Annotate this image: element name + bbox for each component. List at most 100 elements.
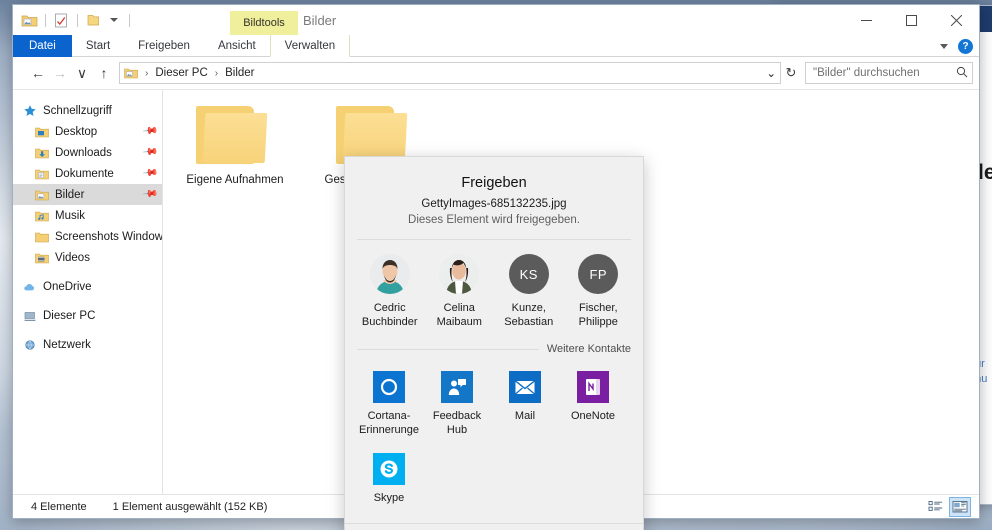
tab-freigeben[interactable]: Freigeben	[124, 35, 204, 57]
window-titlebar: Bildtools Bilder	[13, 5, 979, 35]
file-explorer-window: Bildtools Bilder Datei Start Freigeben A…	[12, 4, 980, 530]
details-view-button[interactable]	[925, 497, 947, 517]
sidebar-item-videos[interactable]: Videos	[13, 247, 162, 268]
sidebar-item-desktop[interactable]: Desktop 📌	[13, 121, 162, 142]
contact-name-line-1: Fischer,	[578, 302, 618, 314]
star-icon	[23, 104, 37, 118]
large-icons-view-button[interactable]	[949, 496, 971, 517]
share-app-onenote[interactable]: OneNote	[559, 371, 627, 437]
sidebar-item-label: Dieser PC	[43, 309, 96, 322]
sidebar-item-onedrive[interactable]: OneDrive	[13, 276, 162, 297]
tab-ansicht[interactable]: Ansicht	[204, 35, 270, 57]
folder-icon	[196, 104, 274, 166]
contact-name-line-1: Cedric	[373, 302, 406, 314]
share-app-cortana[interactable]: Cortana- Erinnerunge	[355, 371, 423, 437]
properties-icon[interactable]	[53, 12, 70, 29]
view-mode-buttons	[925, 496, 971, 517]
back-button[interactable]: ←	[27, 62, 49, 84]
share-app-skype[interactable]: Skype	[355, 453, 423, 505]
chevron-down-icon[interactable]	[110, 18, 118, 22]
app-label-line-2: Erinnerunge	[359, 424, 419, 436]
contact-name-line-2: Maibaum	[436, 316, 482, 328]
downloads-folder-icon	[35, 146, 49, 160]
music-folder-icon	[35, 209, 49, 223]
onedrive-cloud-icon	[23, 280, 37, 294]
new-folder-icon[interactable]	[85, 12, 102, 29]
contact-celina-maibaum[interactable]: Celina Maibaum	[427, 254, 491, 329]
toolbar-separator-2	[77, 13, 78, 27]
feedback-hub-icon	[441, 371, 473, 403]
sidebar-item-dieser-pc[interactable]: Dieser PC	[13, 305, 162, 326]
address-bar[interactable]: › Dieser PC › Bilder ⌄	[119, 62, 781, 84]
navigation-bar: ← → ∨ ↑ › Dieser PC › Bilder ⌄ ↻ "Bilder…	[13, 57, 979, 89]
sidebar-item-label: Screenshots Windows	[55, 230, 163, 243]
contact-kunze-sebastian[interactable]: KS Kunze, Sebastian	[497, 254, 561, 329]
sidebar-item-label: OneDrive	[43, 280, 92, 293]
avatar: FP	[578, 254, 619, 294]
pictures-folder-icon	[124, 66, 138, 80]
contact-list: Cedric Buchbinder Celina Maibaum KS Kunz…	[345, 240, 643, 329]
sidebar-item-label: Downloads	[55, 146, 112, 159]
sidebar-item-dokumente[interactable]: Dokumente 📌	[13, 163, 162, 184]
up-button[interactable]: ↑	[93, 62, 115, 84]
search-input[interactable]: "Bilder" durchsuchen	[805, 62, 973, 84]
app-label-line-1: Feedback	[432, 410, 482, 422]
minimize-button[interactable]	[844, 5, 889, 35]
pin-icon[interactable]: 📌	[141, 144, 158, 160]
contextual-tab-group-label: Bildtools	[230, 11, 298, 35]
ribbon-collapse-icon[interactable]	[940, 43, 948, 49]
pin-icon[interactable]: 📌	[141, 165, 158, 181]
sidebar-item-downloads[interactable]: Downloads 📌	[13, 142, 162, 163]
pictures-folder-icon[interactable]	[21, 12, 38, 29]
share-panel-header: Freigeben GettyImages-685132235.jpg Dies…	[345, 157, 643, 226]
tab-datei[interactable]: Datei	[13, 35, 72, 57]
refresh-button[interactable]: ↻	[781, 62, 801, 84]
breadcrumb-item-bilder[interactable]: Bilder	[225, 67, 254, 79]
sidebar-item-label: Netzwerk	[43, 338, 91, 351]
sidebar-item-schnellzugriff[interactable]: Schnellzugriff	[13, 100, 162, 121]
tab-start[interactable]: Start	[72, 35, 124, 57]
ribbon-right-controls: ?	[940, 35, 973, 57]
share-panel-subtitle: Dieses Element wird freigegeben.	[408, 214, 580, 226]
more-contacts-divider	[357, 348, 539, 350]
close-button[interactable]	[934, 5, 979, 35]
search-icon[interactable]	[956, 66, 968, 81]
tab-verwalten[interactable]: Verwalten	[269, 35, 351, 57]
share-flyout-panel: Freigeben GettyImages-685132235.jpg Dies…	[344, 156, 644, 530]
toolbar-separator-3	[129, 13, 130, 27]
mail-icon	[509, 371, 541, 403]
more-contacts-label[interactable]: Weitere Kontakte	[547, 343, 631, 355]
skype-icon	[373, 453, 405, 485]
share-app-mail[interactable]: Mail	[491, 371, 559, 437]
maximize-button[interactable]	[889, 5, 934, 35]
sidebar-item-screenshots-windows[interactable]: Screenshots Windows	[13, 226, 162, 247]
contact-fischer-philippe[interactable]: FP Fischer, Philippe	[566, 254, 630, 329]
help-icon[interactable]: ?	[958, 38, 973, 54]
avatar-initials: FP	[589, 266, 608, 282]
forward-button[interactable]: →	[49, 62, 71, 84]
status-item-count: 4 Elemente	[31, 500, 87, 513]
toolbar-separator-1	[45, 13, 46, 27]
folder-item-eigene-aufnahmen[interactable]: Eigene Aufnahmen	[183, 104, 287, 188]
app-label-line-1: OneNote	[570, 410, 616, 422]
sidebar-item-bilder[interactable]: Bilder 📌	[13, 184, 162, 205]
avatar: KS	[508, 254, 549, 294]
sidebar-item-netzwerk[interactable]: Netzwerk	[13, 334, 162, 355]
pin-icon[interactable]: 📌	[141, 123, 158, 139]
sidebar-item-musik[interactable]: Musik	[13, 205, 162, 226]
sidebar-item-label: Videos	[55, 251, 90, 264]
address-dropdown-icon[interactable]: ⌄	[766, 66, 776, 80]
avatar	[439, 254, 480, 294]
pictures-folder-icon	[35, 188, 49, 202]
contact-cedric-buchbinder[interactable]: Cedric Buchbinder	[358, 254, 422, 329]
store-link-footer[interactable]: Apps aus dem Store herunterladen	[345, 523, 643, 530]
sidebar-item-label: Dokumente	[55, 167, 114, 180]
more-contacts-row[interactable]: Weitere Kontakte	[345, 329, 643, 355]
pin-icon[interactable]: 📌	[141, 186, 158, 202]
recent-locations-button[interactable]: ∨	[71, 62, 93, 84]
sidebar-item-label: Schnellzugriff	[43, 104, 112, 117]
share-app-feedback-hub[interactable]: Feedback Hub	[423, 371, 491, 437]
share-target-app-list: Cortana- Erinnerunge Feedback Hub Mail O…	[345, 355, 643, 521]
breadcrumb-item-dieser-pc[interactable]: Dieser PC	[155, 67, 207, 79]
